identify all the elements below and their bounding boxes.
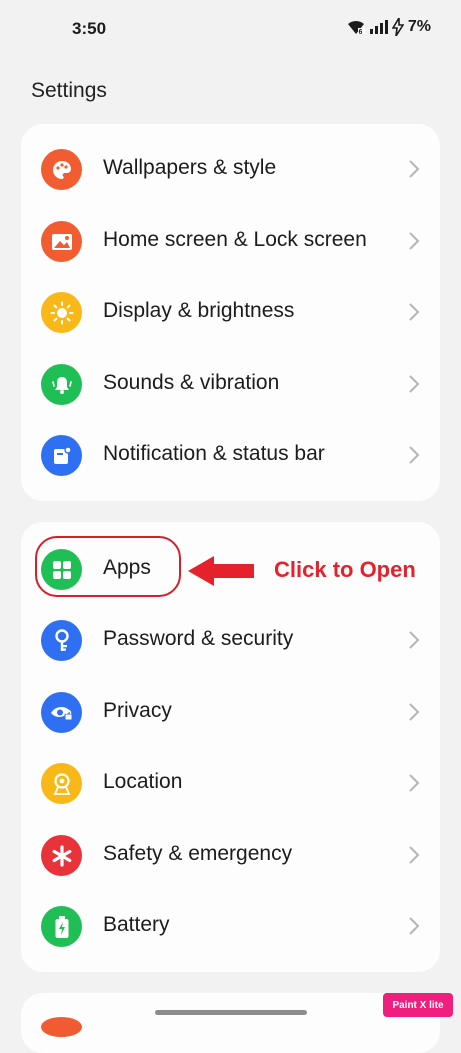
status-bar: 3:50 6 7% xyxy=(0,0,461,60)
chevron-right-icon xyxy=(409,160,420,178)
arrow-left-icon xyxy=(188,556,254,586)
charging-icon xyxy=(391,18,404,36)
annotation-text: Click to Open xyxy=(274,557,416,582)
settings-item-label: Sounds & vibration xyxy=(103,371,280,394)
chevron-right-icon xyxy=(409,446,420,464)
status-time: 3:50 xyxy=(72,19,107,38)
status-icons: 6 7% xyxy=(346,18,431,36)
settings-item-privacy[interactable]: Privacy xyxy=(21,677,440,748)
signal-icon xyxy=(369,20,388,34)
settings-item-label: Wallpapers & style xyxy=(103,156,277,179)
highlight-oval xyxy=(35,536,181,597)
settings-item-label: Home screen & Lock screen xyxy=(103,228,367,251)
settings-item-display-brightness[interactable]: Display & brightness xyxy=(21,277,440,348)
battery-percent: 7% xyxy=(407,18,431,35)
settings-item-label: Password & security xyxy=(103,627,294,650)
image-icon xyxy=(41,221,82,262)
page-title: Settings xyxy=(31,79,107,102)
chevron-right-icon xyxy=(409,917,420,935)
settings-item-wallpapers[interactable]: Wallpapers & style xyxy=(21,134,440,205)
settings-group-personalization: Wallpapers & style Home screen & Lock sc… xyxy=(21,124,440,501)
chevron-right-icon xyxy=(409,303,420,321)
chevron-right-icon xyxy=(409,703,420,721)
chevron-right-icon xyxy=(409,375,420,393)
settings-item-label: Display & brightness xyxy=(103,299,295,322)
settings-item-sounds-vibration[interactable]: Sounds & vibration xyxy=(21,349,440,420)
home-indicator[interactable] xyxy=(155,1010,307,1015)
chevron-right-icon xyxy=(409,232,420,250)
chevron-right-icon xyxy=(409,631,420,649)
notification-icon xyxy=(41,435,82,476)
settings-item-battery[interactable]: Battery xyxy=(21,891,440,962)
svg-text:6: 6 xyxy=(358,29,362,35)
settings-item-home-lock-screen[interactable]: Home screen & Lock screen xyxy=(21,206,440,277)
eye-lock-icon xyxy=(41,692,82,733)
partial-settings-icon xyxy=(41,1017,82,1037)
settings-item-label: Safety & emergency xyxy=(103,842,293,865)
chevron-right-icon xyxy=(409,774,420,792)
settings-item-label: Privacy xyxy=(103,699,172,722)
palette-icon xyxy=(41,149,82,190)
key-icon xyxy=(41,620,82,661)
settings-item-label: Notification & status bar xyxy=(103,442,325,465)
watermark: Paint X lite xyxy=(383,993,453,1017)
chevron-right-icon xyxy=(409,846,420,864)
settings-item-safety-emergency[interactable]: Safety & emergency xyxy=(21,820,440,891)
settings-item-label: Battery xyxy=(103,913,170,936)
wifi-icon: 6 xyxy=(346,19,366,35)
settings-group-more xyxy=(21,993,440,1053)
asterisk-icon xyxy=(41,835,82,876)
sun-icon xyxy=(41,292,82,333)
settings-item-label: Location xyxy=(103,770,183,793)
settings-item-password-security[interactable]: Password & security xyxy=(21,605,440,676)
battery-icon xyxy=(41,906,82,947)
bell-icon xyxy=(41,364,82,405)
location-pin-icon xyxy=(41,763,82,804)
settings-item-location[interactable]: Location xyxy=(21,748,440,819)
settings-item-notification-status-bar[interactable]: Notification & status bar xyxy=(21,420,440,491)
